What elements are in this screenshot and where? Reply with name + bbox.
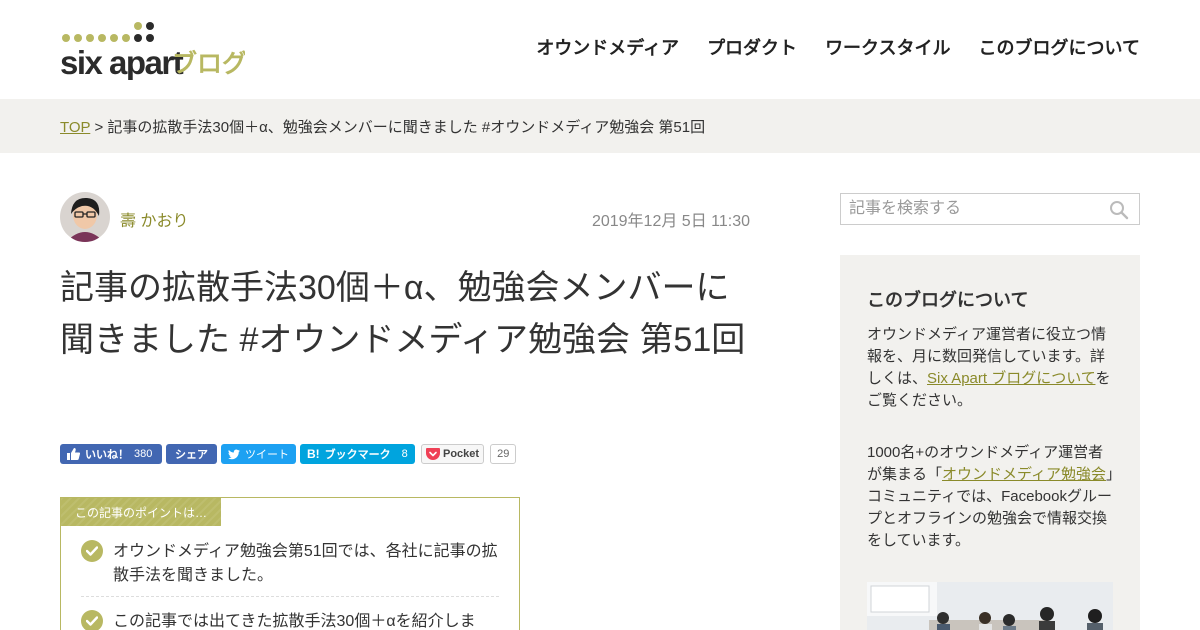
hatena-bookmark-button[interactable]: B! ブックマーク 8 xyxy=(300,444,415,464)
check-icon xyxy=(81,610,103,630)
about-blog-text: オウンドメディア運営者に役立つ情報を、月に数回発信しています。詳しくは、Six … xyxy=(867,326,1111,409)
svg-text:ブログ: ブログ xyxy=(172,49,245,78)
point-item: この記事では出てきた拡散手法30個＋αを紹介しま xyxy=(81,610,499,630)
pocket-icon xyxy=(426,447,440,460)
article-points-box: この記事のポイントは… オウンドメディア勉強会第51回では、各社に記事の拡散手法… xyxy=(60,497,520,630)
point-item: オウンドメディア勉強会第51回では、各社に記事の拡散手法を聞きました。 xyxy=(81,540,499,597)
check-icon xyxy=(81,540,103,562)
nav-item-about-blog[interactable]: このブログについて xyxy=(979,34,1140,60)
nav-item-owned-media[interactable]: オウンドメディア xyxy=(536,34,679,60)
pocket-label: Pocket xyxy=(443,448,480,460)
search-icon[interactable] xyxy=(1109,200,1129,220)
article-title: 記事の拡散手法30個＋α、勉強会メンバーに聞きました #オウンドメディア勉強会 … xyxy=(60,269,746,359)
facebook-like-button[interactable]: いいね！ 380 xyxy=(60,444,162,464)
nav-item-workstyle[interactable]: ワークスタイル xyxy=(825,34,950,60)
site-header: six apart ブログ オウンドメディア プロダクト ワークスタイル このブ… xyxy=(0,0,1200,99)
breadcrumb-current: 記事の拡散手法30個＋α、勉強会メンバーに聞きました #オウンドメディア勉強会 … xyxy=(107,119,706,136)
hatena-bookmark-label: ブックマーク xyxy=(324,449,391,461)
pocket-count: 29 xyxy=(490,444,517,464)
author-name[interactable]: 壽 かおり xyxy=(120,207,188,231)
search-input[interactable] xyxy=(841,194,1101,224)
facebook-like-label: いいね！ xyxy=(85,449,129,461)
breadcrumb-bar: TOP > 記事の拡散手法30個＋α、勉強会メンバーに聞きました #オウンドメデ… xyxy=(0,99,1200,153)
twitter-bird-icon xyxy=(228,448,240,459)
breadcrumb-top-link[interactable]: TOP xyxy=(60,119,90,136)
community-photo[interactable] xyxy=(867,582,1113,630)
community-link[interactable]: オウンドメディア勉強会 xyxy=(942,466,1106,483)
tweet-button[interactable]: ツイート xyxy=(221,444,296,464)
points-label: この記事のポイントは… xyxy=(61,498,221,526)
point-text: この記事では出てきた拡散手法30個＋αを紹介しま xyxy=(113,613,476,630)
post-date: 2019年12月 5日 11:30 xyxy=(591,213,750,230)
search-box xyxy=(840,193,1140,225)
community-text: 1000名+のオウンドメディア運営者が集まる「オウンドメディア勉強会」コミュニテ… xyxy=(867,444,1114,549)
about-blog-title: このブログについて xyxy=(867,290,1029,310)
breadcrumb: TOP > 記事の拡散手法30個＋α、勉強会メンバーに聞きました #オウンドメデ… xyxy=(60,116,705,137)
about-blog-panel: このブログについて オウンドメディア運営者に役立つ情報を、月に数回発信しています… xyxy=(840,255,1140,630)
facebook-like-count: 380 xyxy=(134,448,153,460)
tweet-label: ツイート xyxy=(245,449,289,461)
site-logo[interactable]: six apart ブログ xyxy=(60,18,245,80)
facebook-share-button[interactable]: シェア xyxy=(166,444,217,464)
pocket-button[interactable]: Pocket xyxy=(421,444,485,464)
hatena-logo: B! xyxy=(307,447,320,461)
thumbs-up-icon xyxy=(67,448,80,460)
svg-text:six apart: six apart xyxy=(60,44,184,80)
nav-item-product[interactable]: プロダクト xyxy=(707,34,797,60)
hatena-bookmark-count: 8 xyxy=(401,448,408,460)
share-buttons: いいね！ 380 シェア ツイート B! ブックマーク 8 Pocket 29 xyxy=(60,444,517,464)
author-avatar[interactable] xyxy=(60,192,110,242)
point-text: オウンドメディア勉強会第51回では、各社に記事の拡散手法を聞きました。 xyxy=(113,543,498,584)
pocket-widget: Pocket 29 xyxy=(421,444,517,464)
about-blog-link[interactable]: Six Apart ブログについて xyxy=(927,370,1095,387)
main-nav: オウンドメディア プロダクト ワークスタイル このブログについて xyxy=(536,34,1140,60)
breadcrumb-separator: > xyxy=(94,119,104,136)
